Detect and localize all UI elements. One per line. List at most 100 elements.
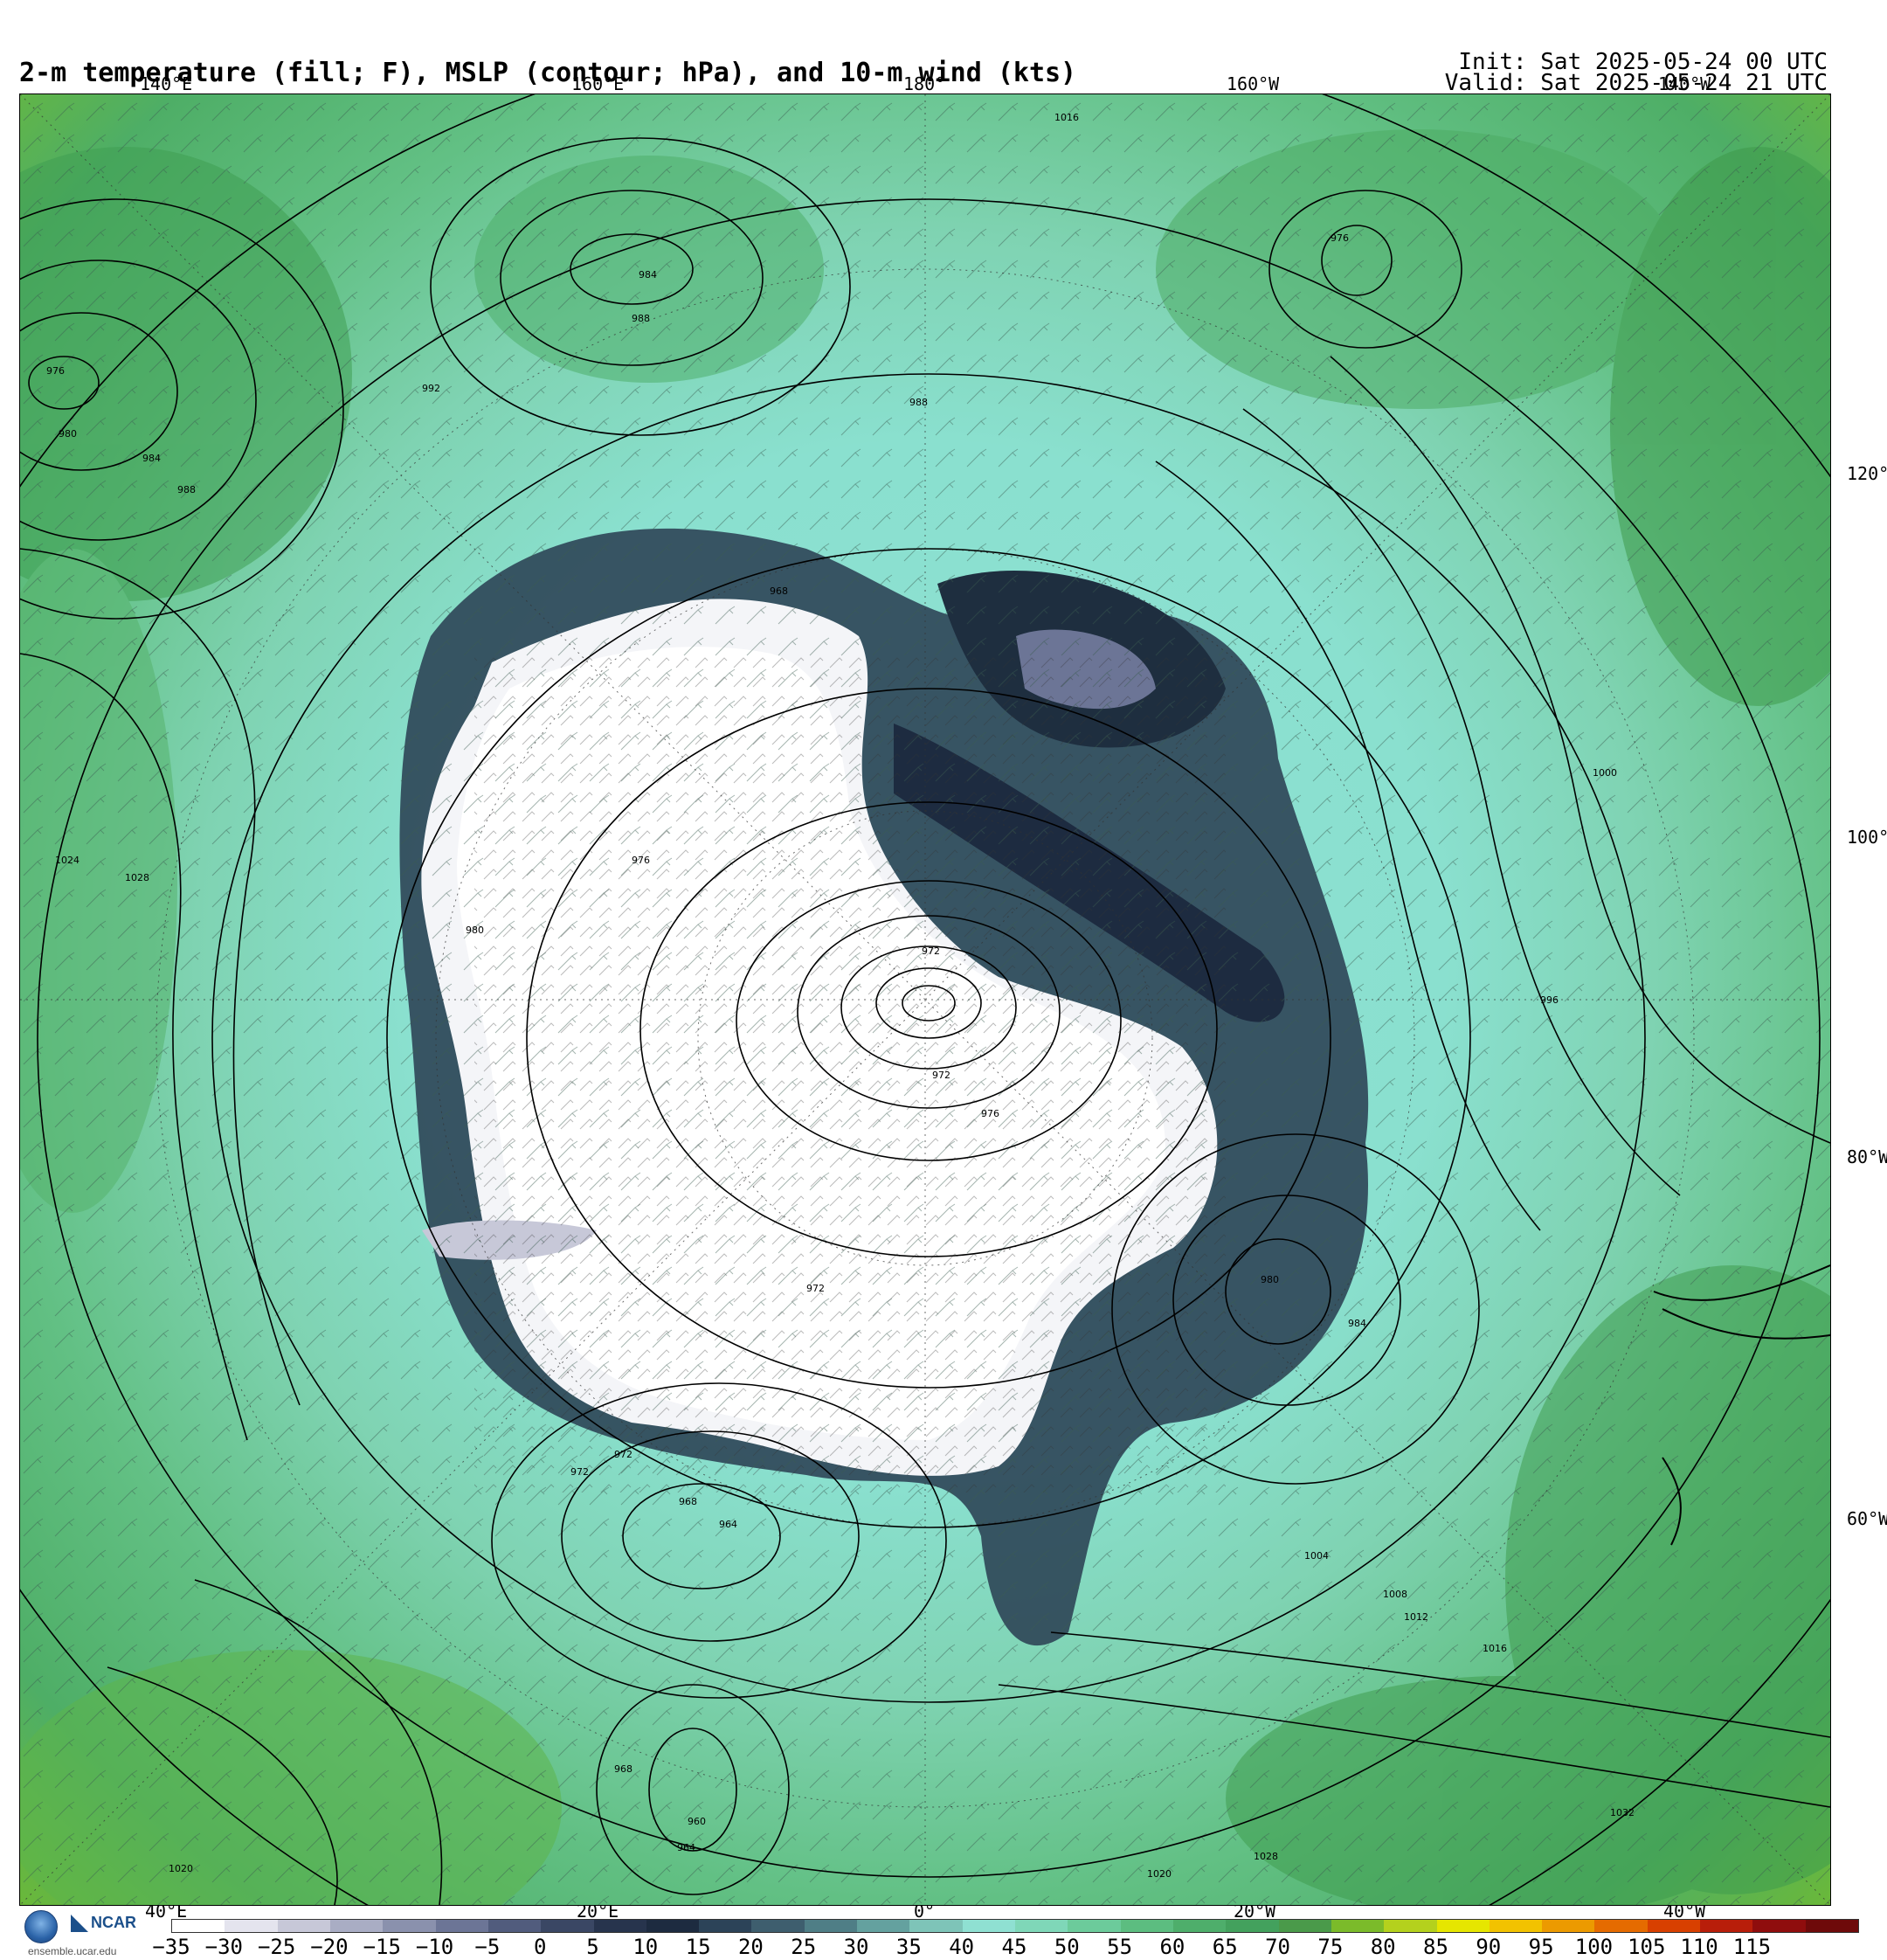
- colorbar-label: 95: [1528, 1935, 1554, 1959]
- colorbar-swatch: [1068, 1920, 1121, 1932]
- colorbar-swatch: [435, 1920, 488, 1932]
- colorbar-swatch: [329, 1920, 384, 1932]
- lon-label-120-right: 120°: [1847, 463, 1887, 484]
- colorbar-swatch: [1384, 1920, 1437, 1932]
- colorbar-label: 55: [1107, 1935, 1133, 1959]
- isobar-label: 996: [1540, 994, 1559, 1006]
- colorbar-label: −20: [310, 1935, 349, 1959]
- isobar-label: 988: [632, 313, 650, 324]
- isobar-label: 972: [932, 1070, 950, 1081]
- colorbar-label: 0: [533, 1935, 547, 1959]
- isobar-label: 1016: [1054, 112, 1079, 123]
- isobar-label: 1028: [125, 872, 149, 883]
- colorbar-label: 115: [1732, 1935, 1772, 1959]
- isobar-label: 980: [1261, 1274, 1279, 1285]
- ncar-logo-icon: [71, 1915, 88, 1932]
- colorbar-label: 105: [1628, 1935, 1666, 1959]
- colorbar-swatch: [909, 1920, 963, 1932]
- colorbar-labels: −35 −30 −25 −20 −15 −10 −5 0 5 10 15 20 25 30 35 40 45 50…: [152, 1935, 1857, 1959]
- colorbar-label: 30: [843, 1935, 869, 1959]
- colorbar-label: −15: [363, 1935, 401, 1959]
- isobar-label: 1004: [1304, 1550, 1329, 1562]
- isobar-label: 1020: [1147, 1868, 1172, 1880]
- colorbar-swatch: [962, 1920, 1015, 1932]
- colorbar-label: 60: [1159, 1935, 1185, 1959]
- colorbar-label: 40: [949, 1935, 975, 1959]
- colorbar-label: 5: [586, 1935, 599, 1959]
- colorbar-label: 90: [1476, 1935, 1502, 1959]
- isobar-label: 976: [632, 855, 650, 866]
- colorbar-label: −35: [152, 1935, 190, 1959]
- colorbar-swatch: [1120, 1920, 1173, 1932]
- isobar-label: 984: [142, 453, 161, 464]
- colorbar-label: −5: [474, 1935, 501, 1959]
- isobar-label: 1024: [55, 855, 79, 866]
- colorbar-swatch: [383, 1920, 436, 1932]
- colorbar-swatch: [1489, 1920, 1543, 1932]
- temperature-colorbar: [171, 1919, 1859, 1933]
- isobar-label: 988: [177, 484, 196, 495]
- isobar-label: 1000: [1593, 767, 1617, 779]
- colorbar-swatch: [1542, 1920, 1595, 1932]
- isobar-label: 1008: [1383, 1589, 1407, 1600]
- colorbar-label: 100: [1574, 1935, 1614, 1959]
- isobar-label: 988: [909, 397, 928, 408]
- ncar-logo-text: NCAR: [91, 1914, 136, 1931]
- isobar-label: 1028: [1254, 1851, 1278, 1862]
- site-url: ensemble.ucar.edu: [28, 1945, 117, 1957]
- lon-label-60w-right: 60°W: [1847, 1508, 1887, 1529]
- lon-label-140e-top: 140°E: [140, 73, 193, 94]
- isobar-label: 980: [466, 925, 484, 936]
- isobar-label: 968: [770, 585, 788, 597]
- colorbar-swatch: [646, 1920, 700, 1932]
- isobar-label: 968: [614, 1763, 632, 1775]
- colorbar-swatch: [1436, 1920, 1490, 1932]
- isobar-label: 972: [570, 1466, 589, 1478]
- colorbar-label: 70: [1265, 1935, 1291, 1959]
- isobar-label: 1012: [1404, 1611, 1428, 1623]
- isobar-label: 1020: [169, 1863, 193, 1874]
- isobar-label: 992: [422, 383, 440, 394]
- isobar-label: 964: [677, 1842, 695, 1853]
- colorbar-swatch: [172, 1920, 225, 1932]
- isobar-label: 968: [679, 1496, 697, 1507]
- colorbar-label: 75: [1317, 1935, 1344, 1959]
- isobar-label: 984: [639, 269, 657, 280]
- colorbar-label: 65: [1212, 1935, 1238, 1959]
- colorbar-swatch: [1278, 1920, 1331, 1932]
- colorbar-label: 85: [1423, 1935, 1448, 1959]
- isobar-label: 972: [614, 1449, 632, 1460]
- isobar-label: 976: [981, 1108, 999, 1119]
- colorbar-swatch: [699, 1920, 752, 1932]
- isobar-label: 984: [1348, 1318, 1366, 1329]
- colorbar-label: 35: [895, 1935, 922, 1959]
- colorbar-swatch: [751, 1920, 805, 1932]
- lon-label-80w-right: 80°W: [1847, 1146, 1887, 1167]
- colorbar-swatch: [1331, 1920, 1385, 1932]
- lon-label-140w-top: 140°W: [1658, 73, 1711, 94]
- colorbar-swatch: [1172, 1920, 1227, 1932]
- colorbar-swatch: [1700, 1920, 1753, 1932]
- isobar-label: 1032: [1610, 1807, 1635, 1818]
- colorbar-swatch: [1226, 1920, 1279, 1932]
- map-panel[interactable]: 1016 976 984 988 992 976 980 984 988 988…: [19, 93, 1831, 1906]
- colorbar-swatch: [487, 1920, 542, 1932]
- colorbar-label: 50: [1054, 1935, 1080, 1959]
- lon-label-180-top: 180°: [903, 73, 946, 94]
- isobar-label: 976: [1331, 232, 1349, 244]
- isobar-label: 972: [806, 1283, 825, 1294]
- colorbar-swatch: [1647, 1920, 1701, 1932]
- colorbar-swatch: [1805, 1920, 1858, 1932]
- colorbar-label: 110: [1680, 1935, 1718, 1959]
- colorbar-swatch: [225, 1920, 278, 1932]
- colorbar-swatch: [1752, 1920, 1806, 1932]
- colorbar-label: −30: [204, 1935, 243, 1959]
- lon-label-160e-top: 160°E: [571, 73, 625, 94]
- isobar-label: 980: [59, 428, 77, 440]
- colorbar-swatch: [804, 1920, 858, 1932]
- logos: NCAR ensemble.ucar.edu: [21, 1907, 152, 1959]
- colorbar-swatch: [593, 1920, 646, 1932]
- colorbar-label: 25: [791, 1935, 817, 1959]
- colorbar-swatch: [857, 1920, 910, 1932]
- colorbar-label: 10: [632, 1935, 659, 1959]
